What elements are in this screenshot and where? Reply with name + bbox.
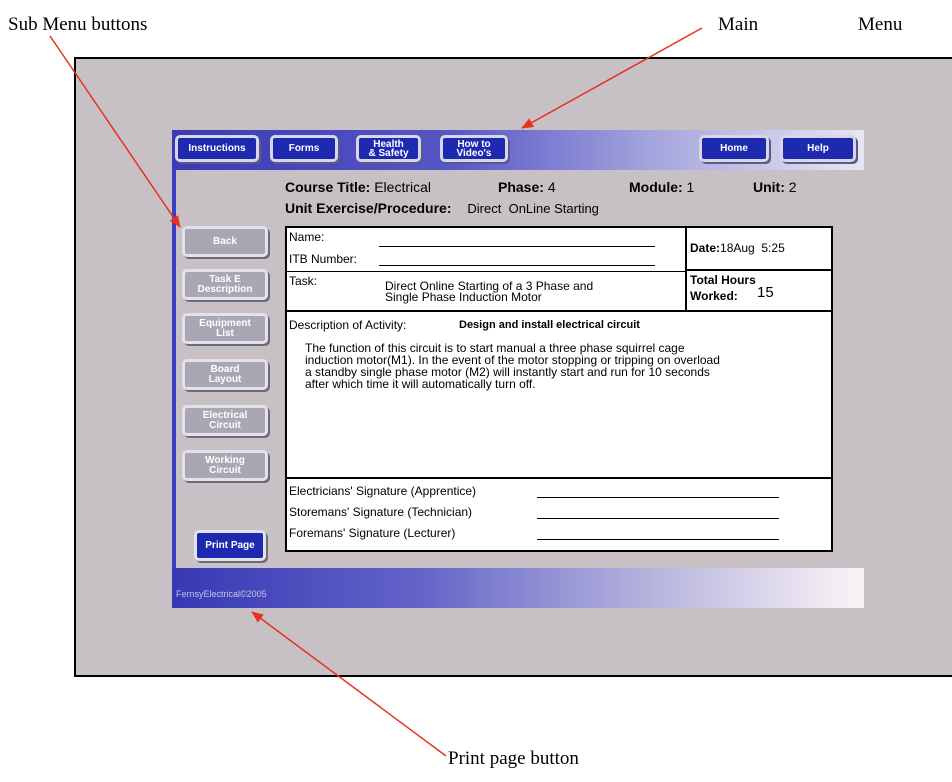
worked-label: Worked: (690, 289, 738, 303)
total-hours-label: Total Hours (690, 273, 756, 287)
back-button[interactable]: Back (182, 226, 268, 257)
electrician-signature-line[interactable] (537, 497, 779, 498)
total-hours-value: 15 (757, 284, 774, 301)
equipment-label-line2: List (216, 327, 234, 339)
health-label-line2: & Safety (368, 147, 409, 159)
task-form: Name: ITB Number: Task: Direct Online St… (285, 226, 833, 552)
unit: Unit: 2 (753, 179, 797, 195)
electrical-label-line1: Electrical (202, 409, 248, 421)
left-accent-bar (172, 170, 176, 568)
date-value: 18Aug 5:25 (720, 241, 785, 255)
module-value: 1 (686, 179, 695, 195)
unit-exercise-value: Direct OnLine Starting (467, 201, 599, 216)
working-label-line2: Circuit (209, 464, 241, 476)
course-title-label: Course Title: (285, 179, 371, 195)
description-text: The function of this circuit is to start… (305, 341, 720, 391)
task-label-line1: Task E (209, 273, 241, 285)
task-label-line2: Description (197, 283, 253, 295)
equipment-list-button[interactable]: Equipment List (182, 313, 268, 344)
unit-exercise: Unit Exercise/Procedure: Direct OnLine S… (285, 200, 599, 216)
home-label: Home (720, 143, 748, 154)
instructions-button[interactable]: Instructions (175, 135, 259, 162)
name-label: Name: (289, 230, 325, 244)
unit-label: Unit: (753, 179, 785, 195)
description-title: Design and install electrical circuit (459, 319, 640, 331)
name-line[interactable] (379, 246, 655, 247)
forms-label: Forms (288, 143, 320, 154)
video-label-line2: Video's (456, 147, 492, 159)
task-label: Task: (289, 274, 318, 288)
phase: Phase: 4 (498, 179, 556, 195)
storeman-signature-label: Storemans' Signature (Technician) (289, 505, 473, 519)
health-safety-button[interactable]: Health & Safety (356, 135, 421, 162)
foreman-signature-line[interactable] (537, 539, 779, 540)
menu-callout: Menu (858, 14, 903, 35)
footer-bar: FernsyElectrical©2005 (172, 568, 864, 608)
application-window: Instructions Forms Health & Safety How t… (172, 130, 864, 608)
module: Module: 1 (629, 179, 694, 195)
form-divider-date (685, 269, 831, 271)
itb-number-label: ITB Number: (289, 252, 358, 266)
how-to-videos-button[interactable]: How to Video's (440, 135, 508, 162)
electrical-label-line2: Circuit (209, 419, 241, 431)
sub-menu-callout: Sub Menu buttons (8, 14, 148, 35)
board-label-line1: Board (210, 363, 240, 375)
module-label: Module: (629, 179, 683, 195)
board-label-line2: Layout (208, 373, 242, 385)
task-line2: Single Phase Induction Motor (385, 290, 542, 304)
form-divider-header (287, 310, 831, 312)
date-field: Date:18Aug 5:25 (690, 241, 785, 255)
instructions-label: Instructions (188, 143, 246, 154)
description-label: Description of Activity: (289, 318, 407, 332)
help-button[interactable]: Help (780, 135, 856, 162)
form-divider-signatures (287, 477, 831, 479)
home-button[interactable]: Home (699, 135, 769, 162)
phase-value: 4 (547, 179, 556, 195)
itb-number-line[interactable] (379, 265, 655, 266)
date-label: Date: (690, 241, 721, 255)
electrician-signature-label: Electricians' Signature (Apprentice) (289, 484, 477, 498)
help-label: Help (807, 143, 829, 154)
back-label: Back (213, 235, 237, 247)
equipment-label-line1: Equipment (199, 317, 251, 329)
print-page-button[interactable]: Print Page (194, 530, 266, 561)
copyright-text: FernsyElectrical©2005 (176, 589, 267, 599)
phase-label: Phase: (498, 179, 544, 195)
unit-exercise-label: Unit Exercise/Procedure: (285, 200, 452, 216)
task-description-button[interactable]: Task E Description (182, 269, 268, 300)
unit-value: 2 (788, 179, 797, 195)
print-page-callout: Print page button (448, 748, 579, 769)
working-label-line1: Working (205, 454, 245, 466)
form-divider-task (287, 271, 685, 272)
foreman-signature-label: Foremans' Signature (Lecturer) (289, 526, 456, 540)
electrical-circuit-button[interactable]: Electrical Circuit (182, 405, 268, 436)
course-title-value: Electrical (374, 179, 431, 195)
board-layout-button[interactable]: Board Layout (182, 359, 268, 390)
print-page-label: Print Page (205, 540, 255, 551)
forms-button[interactable]: Forms (270, 135, 338, 162)
working-circuit-button[interactable]: Working Circuit (182, 450, 268, 481)
course-title: Course Title: Electrical (285, 179, 431, 195)
main-menu-callout: Main (718, 14, 759, 35)
storeman-signature-line[interactable] (537, 518, 779, 519)
